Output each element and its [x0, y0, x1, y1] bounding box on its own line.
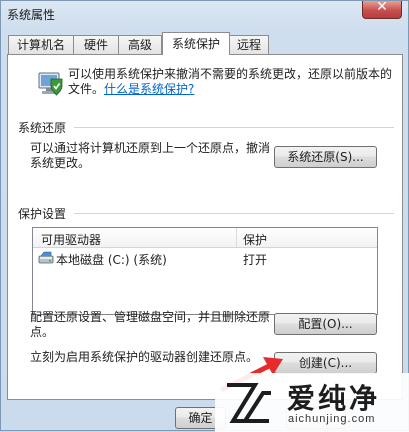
section-divider — [74, 127, 394, 128]
close-icon: ✕ — [376, 0, 388, 15]
configure-button[interactable]: 配置(O)... — [274, 313, 377, 335]
window-title: 系统属性 — [7, 8, 56, 22]
drive-list[interactable]: 可用驱动器 保护 本地磁盘 (C:) (系统) 打开 — [32, 227, 378, 315]
title-bar[interactable]: 系统属性 ✕ — [1, 0, 408, 27]
column-protection[interactable]: 保护 — [243, 231, 267, 248]
system-protection-icon — [38, 72, 63, 96]
system-restore-label: 系统还原 — [18, 121, 67, 135]
column-available-drives[interactable]: 可用驱动器 — [41, 231, 101, 248]
watermark-logo-icon — [227, 383, 271, 423]
system-properties-window: 系统属性 ✕ 计算机名 硬件 高级 系统保护 远程 可以使用系统保护来撤消不需要… — [0, 0, 409, 432]
tab-system-protection[interactable]: 系统保护 — [162, 32, 230, 55]
drive-list-header: 可用驱动器 保护 — [33, 228, 377, 248]
tab-remote[interactable]: 远程 — [229, 35, 269, 54]
system-restore-description: 可以通过将计算机还原到上一个还原点，撤消系统更改。 — [30, 141, 271, 170]
protection-settings-label: 保护设置 — [18, 207, 67, 221]
tab-hardware[interactable]: 硬件 — [73, 35, 119, 54]
watermark-url: aichunjing.com — [288, 413, 376, 425]
tab-computer-name[interactable]: 计算机名 — [8, 35, 74, 54]
system-restore-button[interactable]: 系统还原(S)... — [274, 146, 377, 168]
configure-description: 配置还原设置、管理磁盘空间，并且删除还原点。 — [30, 310, 271, 339]
tab-advanced[interactable]: 高级 — [118, 35, 162, 54]
section-divider — [74, 213, 394, 214]
close-button[interactable]: ✕ — [362, 0, 402, 19]
create-restore-point-button[interactable]: 创建(C)... — [274, 352, 377, 374]
drive-protection-status: 打开 — [243, 253, 268, 267]
watermark: 爱纯净 aichunjing.com — [215, 373, 409, 432]
what-is-system-protection-link[interactable]: 什么是系统保护? — [104, 82, 194, 96]
intro-text: 可以使用系统保护来撤消不需要的系统更改，还原以前版本的文件。什么是系统保护? — [68, 67, 398, 97]
drive-name: 本地磁盘 (C:) (系统) — [56, 253, 167, 267]
system-protection-panel: 可以使用系统保护来撤消不需要的系统更改，还原以前版本的文件。什么是系统保护? 系… — [7, 54, 403, 400]
drive-row[interactable]: 本地磁盘 (C:) (系统) 打开 — [34, 248, 376, 268]
watermark-brand: 爱纯净 — [287, 382, 381, 415]
column-separator — [236, 228, 237, 247]
local-disk-icon — [38, 251, 54, 264]
